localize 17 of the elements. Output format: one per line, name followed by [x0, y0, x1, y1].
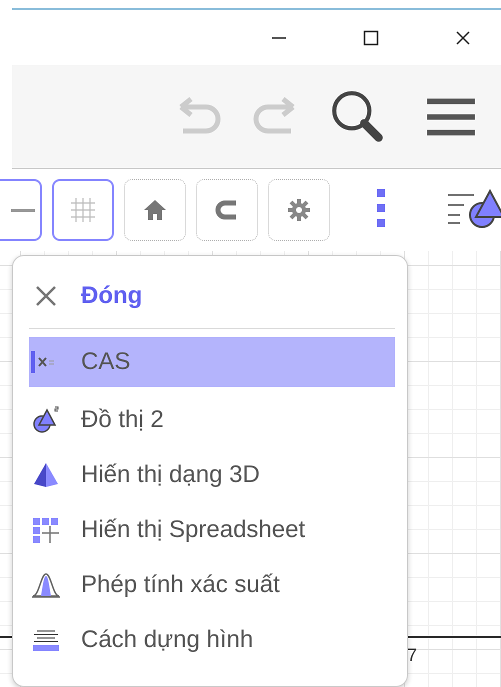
grid-icon — [68, 195, 98, 225]
style-button[interactable] — [52, 179, 114, 241]
line-icon — [11, 208, 35, 212]
axis-label: 7 — [407, 645, 418, 666]
more-icon[interactable] — [376, 189, 386, 229]
menu-item[interactable]: Phép tính xác suất — [29, 557, 395, 612]
style-button[interactable] — [196, 179, 258, 241]
views-icon[interactable] — [446, 189, 501, 229]
style-button[interactable] — [268, 179, 330, 241]
graphics-icon — [31, 404, 61, 434]
menu-item[interactable]: Hiến thị Spreadsheet — [29, 502, 395, 557]
style-button[interactable] — [124, 179, 186, 241]
close-menu-item[interactable]: Đóng — [29, 270, 395, 322]
menu-item[interactable]: Hiến thị dạng 3D — [29, 447, 395, 502]
menu-item[interactable]: Đồ thị 2 — [29, 392, 395, 447]
menu-item[interactable]: CAS — [29, 337, 395, 387]
menu-item[interactable]: Cách dựng hình — [29, 612, 395, 667]
